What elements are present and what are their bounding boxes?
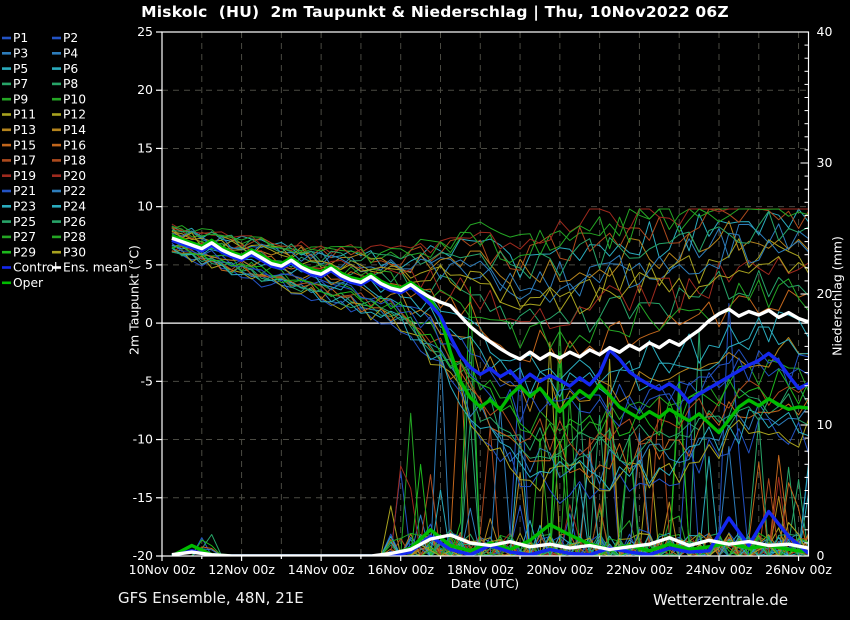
member-dewpoint-line	[172, 251, 809, 503]
x-tick-label: 10Nov 00z	[129, 562, 196, 577]
x-tick-label: 26Nov 00z	[765, 562, 832, 577]
x-tick-label: 24Nov 00z	[686, 562, 753, 577]
member-precip-line	[172, 421, 809, 556]
legend-label: Control	[13, 261, 57, 275]
y-right-tick-label: 30	[817, 155, 833, 170]
legend: P1 P2 P3 P4 P5 P6 P7 P8 P9 P10 P11 P12 P13 P14 P15 P16 P…	[2, 31, 128, 290]
legend-label: P1	[13, 31, 28, 45]
x-tick-label: 20Nov 00z	[526, 562, 593, 577]
data-lines	[172, 209, 809, 556]
member-precip-line	[172, 326, 809, 556]
legend-label: P11	[13, 108, 36, 122]
legend-label: P10	[63, 92, 86, 106]
member-precip-line	[172, 342, 809, 556]
member-dewpoint-lines	[172, 209, 809, 503]
y-left-tick-label: 5	[145, 257, 153, 272]
legend-label: P15	[13, 138, 36, 152]
legend-label: P19	[13, 169, 36, 183]
legend-label: P30	[63, 245, 86, 259]
legend-label: P16	[63, 138, 86, 152]
y-right-tick-label: 10	[817, 417, 833, 432]
legend-label: P25	[13, 215, 36, 229]
axis-ticks	[156, 32, 809, 561]
member-precip-lines	[172, 287, 809, 556]
x-tick-label: 22Nov 00z	[606, 562, 673, 577]
y-right-tick-label: 40	[817, 24, 833, 39]
y-left-tick-label: -10	[133, 432, 153, 447]
member-precip-line	[172, 331, 809, 556]
legend-label: P2	[63, 31, 78, 45]
legend-label: P22	[63, 184, 86, 198]
legend-label: P12	[63, 108, 86, 122]
y-left-tick-label: 15	[137, 140, 153, 155]
legend-label: P28	[63, 230, 86, 244]
x-tick-label: 12Nov 00z	[208, 562, 275, 577]
y-left-axis-title: 2m Taupunkt (°C)	[127, 245, 142, 355]
legend-label: P27	[13, 230, 36, 244]
member-dewpoint-line	[172, 237, 809, 364]
legend-label: P26	[63, 215, 86, 229]
x-tick-label: 14Nov 00z	[288, 562, 355, 577]
legend-label: P13	[13, 123, 36, 137]
y-left-tick-label: -15	[133, 490, 153, 505]
y-left-tick-label: 20	[137, 82, 153, 97]
legend-label: P14	[63, 123, 86, 137]
member-dewpoint-line	[172, 209, 809, 263]
legend-label: P6	[63, 62, 78, 76]
legend-label: P29	[13, 245, 36, 259]
footer-model-info: GFS Ensemble, 48N, 21E	[118, 589, 304, 607]
legend-label: P20	[63, 169, 86, 183]
legend-label: P5	[13, 62, 28, 76]
y-right-axis-title: Niederschlag (mm)	[830, 236, 845, 356]
meteogram-page: { "title": "Miskolc (HU) 2m Taupunkt & N…	[0, 0, 850, 620]
y-left-tick-label: 0	[145, 315, 153, 330]
legend-label: P21	[13, 184, 36, 198]
legend-label: P3	[13, 47, 28, 61]
legend-label: P9	[13, 92, 28, 106]
x-tick-label: 16Nov 00z	[367, 562, 434, 577]
legend-label: P24	[63, 200, 86, 214]
y-right-tick-label: 0	[817, 548, 825, 563]
legend-label: P17	[13, 154, 36, 168]
member-precip-line	[172, 395, 809, 556]
member-precip-line	[172, 287, 809, 556]
legend-label: P18	[63, 154, 86, 168]
member-dewpoint-line	[172, 246, 809, 455]
y-left-tick-label: 10	[137, 199, 153, 214]
y-left-tick-label: -20	[133, 548, 153, 563]
legend-label: P23	[13, 200, 36, 214]
footer-brand: Wetterzentrale.de	[653, 591, 788, 609]
x-tick-label: 18Nov 00z	[447, 562, 514, 577]
y-left-tick-label: 25	[137, 24, 153, 39]
legend-label: P8	[63, 77, 78, 91]
legend-label: Oper	[13, 276, 44, 290]
y-left-tick-label: -5	[141, 373, 153, 388]
x-axis-title: Date (UTC)	[451, 576, 519, 591]
legend-label: P4	[63, 47, 78, 61]
legend-label: P7	[13, 77, 28, 91]
legend-label: Ens. mean	[63, 261, 128, 275]
